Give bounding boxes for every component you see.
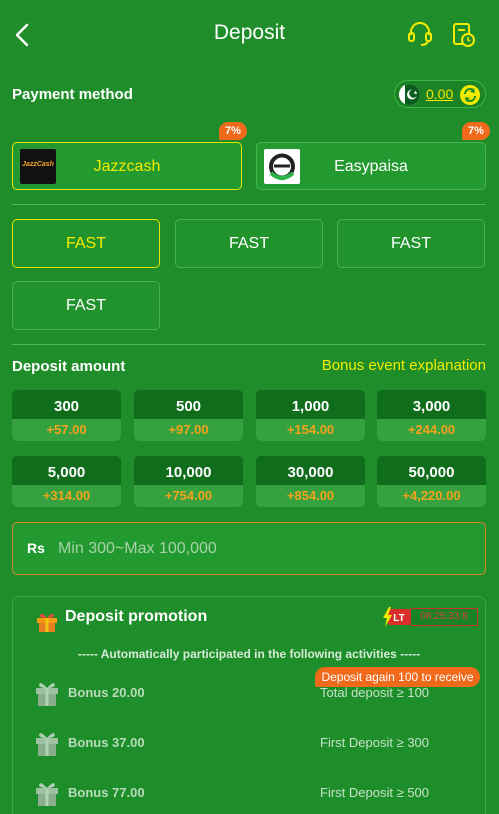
payment-method-label: Payment method [12,86,133,103]
promotion-item: Bonus 37.00 First Deposit ≥ 300 [13,723,485,767]
promotion-item: Bonus 77.00 First Deposit ≥ 500 [13,773,485,814]
payment-method-jazzcash[interactable]: JazzCash Jazzcash [12,142,242,190]
deposit-promotion-panel: Deposit promotion LT 08:25:33:8 ----- Au… [12,596,486,814]
lt-label: LT [393,613,404,624]
amount-value: 10,000 [165,464,212,481]
countdown-timer: 08:25:33:8 [410,608,478,626]
amount-bonus: +754.00 [134,485,243,507]
channel-option-3[interactable]: FAST [337,219,485,268]
gift-icon [36,683,58,706]
amount-input-box: Rs [12,522,486,575]
amount-option[interactable]: 300 +57.00 [12,390,121,441]
amount-option[interactable]: 5,000 +314.00 [12,456,121,507]
amount-bonus: +854.00 [256,485,365,507]
amount-option[interactable]: 50,000 +4,220.00 [377,456,486,507]
amount-bonus: +314.00 [12,485,121,507]
gift-icon [36,783,58,806]
gift-icon [37,613,57,632]
amount-bonus: +4,220.00 [377,485,486,507]
promotion-bonus: Bonus 77.00 [68,785,145,800]
easypaisa-label: Easypaisa [334,158,408,175]
channel-option-4[interactable]: FAST [12,281,160,330]
header-bar: Deposit [0,0,499,70]
divider [12,344,486,345]
amount-value: 1,000 [291,398,330,415]
amount-option[interactable]: 3,000 +244.00 [377,390,486,441]
amount-option[interactable]: 30,000 +854.00 [256,456,365,507]
amount-bonus: +97.00 [134,419,243,441]
auto-participate-text: ----- Automatically participated in the … [77,647,421,661]
amount-value: 30,000 [287,464,334,481]
promotion-condition: First Deposit ≥ 500 [320,785,430,800]
deposit-amount-label: Deposit amount [12,358,126,375]
amount-option[interactable]: 1,000 +154.00 [256,390,365,441]
amount-value: 300 [53,398,80,415]
amount-value: 3,000 [412,398,451,415]
promotion-condition: First Deposit ≥ 300 [320,735,430,750]
currency-label: Rs [27,540,45,556]
amount-value: 50,000 [408,464,455,481]
amount-option[interactable]: 10,000 +754.00 [134,456,243,507]
amount-option[interactable]: 500 +97.00 [134,390,243,441]
promotion-bonus: Bonus 20.00 [68,685,145,700]
balance-value: 0.00 [426,86,454,102]
promotion-item: Bonus 20.00 Total deposit ≥ 100 [13,673,485,717]
lightning-icon: LT [383,607,410,627]
amount-bonus: +57.00 [12,419,121,441]
promotion-bonus: Bonus 37.00 [68,735,145,750]
gift-icon [36,733,58,756]
jazzcash-label: Jazzcash [93,158,161,175]
bonus-event-link[interactable]: Bonus event explanation [322,357,486,374]
promotion-title: Deposit promotion [65,608,208,625]
balance-pill: 0.00 [394,80,486,108]
channel-option-1[interactable]: FAST [12,219,160,268]
divider [12,204,486,205]
channel-option-2[interactable]: FAST [175,219,323,268]
amount-input[interactable] [58,533,468,565]
amount-value: 5,000 [47,464,86,481]
easypaisa-rate-badge: 7% [462,122,490,140]
pakistan-flag-icon [399,84,420,105]
amount-bonus: +154.00 [256,419,365,441]
promotion-condition: Total deposit ≥ 100 [320,685,430,700]
amount-value: 500 [175,398,202,415]
clipboard-clock-icon[interactable] [450,20,476,48]
jazzcash-rate-badge: 7% [219,122,247,140]
headset-icon[interactable] [407,20,433,48]
refresh-icon[interactable] [459,84,481,106]
amount-bonus: +244.00 [377,419,486,441]
payment-method-easypaisa[interactable]: Easypaisa [256,142,486,190]
